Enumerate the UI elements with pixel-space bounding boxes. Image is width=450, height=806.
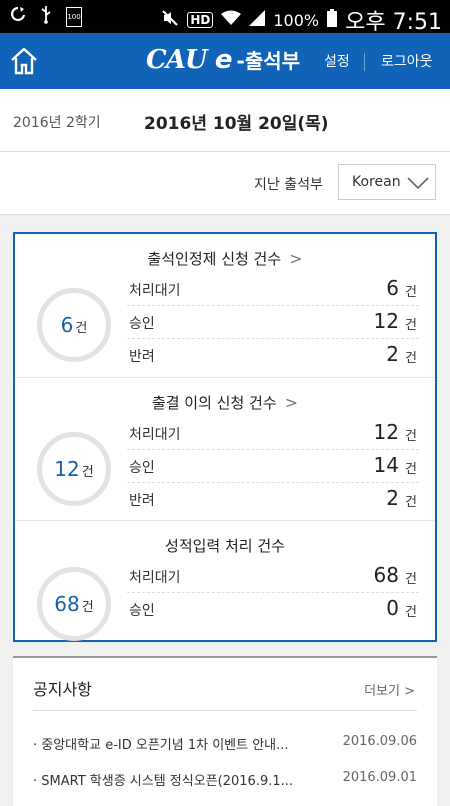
ring-total: 68 xyxy=(54,592,80,616)
stat-value: 2 xyxy=(386,342,399,366)
stat-value: 12 xyxy=(373,309,399,333)
stat-label: 처리대기 xyxy=(129,427,181,443)
clock: 오후 7:51 xyxy=(345,10,442,35)
status-bar: 100 HD 100% 오후 7:51 xyxy=(0,0,450,35)
stat-value: 68 xyxy=(373,563,399,587)
wifi-icon xyxy=(221,10,242,30)
notice-item[interactable]: · 중앙대학교 e-ID 오픈기념 1차 이벤트 안내... 2016.09.0… xyxy=(33,734,417,754)
ring-unit: 건 xyxy=(81,465,94,480)
notice-item-date: 2016.09.01 xyxy=(342,770,417,785)
usb-icon xyxy=(40,6,52,28)
stat-label: 승인 xyxy=(129,316,155,332)
battery-percent: 100% xyxy=(273,10,320,30)
ring-unit: 건 xyxy=(75,321,88,336)
divider xyxy=(364,53,365,71)
notice-panel: 공지사항 더보기 > · 중앙대학교 e-ID 오픈기념 1차 이벤트 안내..… xyxy=(13,656,437,806)
stat-row: 승인 12 건 xyxy=(127,305,419,339)
divider xyxy=(33,710,417,711)
today-date: 2016년 10월 20일(목) xyxy=(144,114,329,134)
notice-item-title: · SMART 학생증 시스템 정식오픈(2016.9.1... xyxy=(33,774,294,789)
notice-item[interactable]: · SMART 학생증 시스템 정식오픈(2016.9.1... 2016.09… xyxy=(33,770,417,790)
stat-unit: 건 xyxy=(405,318,417,333)
summary-panel: 출석인정제 신청 건수 > 6건 처리대기 6 건 승인 12 건 반려 2 건 … xyxy=(13,232,437,642)
logo-cau: CAU xyxy=(146,45,208,75)
more-link[interactable]: 더보기 > xyxy=(364,680,415,699)
home-icon[interactable] xyxy=(8,45,40,77)
past-attendance-bar: 지난 출석부 Korean xyxy=(0,152,450,215)
battery-icon xyxy=(327,9,338,31)
section-title: 출석인정제 신청 건수 xyxy=(147,250,282,268)
section-title: 출결 이의 신청 건수 xyxy=(151,394,277,412)
notice-item-date: 2016.09.06 xyxy=(342,734,417,749)
stat-row: 반려 2 건 xyxy=(127,338,419,371)
stat-label: 반려 xyxy=(129,493,155,509)
chevron-right-icon: > xyxy=(289,249,303,268)
chevron-down-icon xyxy=(407,175,429,190)
chevron-right-icon: > xyxy=(284,393,299,412)
count-ring: 6건 xyxy=(37,288,111,362)
notice-item-title: · 중앙대학교 e-ID 오픈기념 1차 이벤트 안내... xyxy=(33,738,289,753)
stat-label: 반려 xyxy=(129,349,155,365)
count-ring: 68 건 xyxy=(37,567,111,641)
stat-value: 2 xyxy=(386,486,399,510)
section-title: 성적입력 처리 건수 xyxy=(15,535,435,556)
logo-title: -출석부 xyxy=(236,49,301,73)
ring-total: 12 xyxy=(54,457,80,481)
stat-label: 승인 xyxy=(129,460,155,476)
stat-unit: 건 xyxy=(405,572,417,587)
settings-button[interactable]: 설정 xyxy=(324,51,350,71)
stat-unit: 건 xyxy=(405,462,417,477)
stat-row: 처리대기 6 건 xyxy=(127,272,419,306)
stat-value: 0 xyxy=(386,596,399,620)
section-title-text: 성적입력 처리 건수 xyxy=(165,537,285,555)
stat-row: 처리대기 12 건 xyxy=(127,416,419,450)
section-title-link[interactable]: 출결 이의 신청 건수 > xyxy=(15,392,435,413)
section-title-link[interactable]: 출석인정제 신청 건수 > xyxy=(15,248,435,269)
stat-label: 처리대기 xyxy=(129,570,181,586)
stat-row: 반려 2 건 xyxy=(127,482,419,515)
count-ring: 12 건 xyxy=(37,432,111,506)
stat-row: 승인 0 건 xyxy=(127,592,419,625)
stat-unit: 건 xyxy=(405,429,417,444)
past-attendance-label: 지난 출석부 xyxy=(254,177,323,193)
logo-e: e xyxy=(214,45,233,75)
stat-unit: 건 xyxy=(405,285,417,300)
notice-title: 공지사항 xyxy=(33,680,92,699)
logout-button[interactable]: 로그아웃 xyxy=(381,51,433,71)
app-bar: CAU e -출석부 설정 로그아웃 xyxy=(0,33,450,89)
mute-icon xyxy=(161,9,179,31)
language-select[interactable]: Korean xyxy=(338,164,436,200)
sync-icon xyxy=(10,6,26,28)
battery-small-icon: 100 xyxy=(66,7,82,27)
hd-badge: HD xyxy=(187,12,214,28)
stat-label: 승인 xyxy=(129,603,155,619)
app-logo: CAU e -출석부 xyxy=(146,45,300,75)
stat-value: 6 xyxy=(386,276,399,300)
signal-icon xyxy=(249,10,266,30)
section-attendance-recognition: 출석인정제 신청 건수 > 6건 처리대기 6 건 승인 12 건 반려 2 건 xyxy=(15,234,435,377)
section-grade-input: 성적입력 처리 건수 68 건 처리대기 68 건 승인 0 건 xyxy=(15,520,435,641)
stat-row: 승인 14 건 xyxy=(127,449,419,483)
section-attendance-objection: 출결 이의 신청 건수 > 12 건 처리대기 12 건 승인 14 건 반려 2 … xyxy=(15,377,435,521)
ring-unit: 건 xyxy=(81,600,94,615)
stat-unit: 건 xyxy=(405,351,417,366)
stat-value: 12 xyxy=(373,420,399,444)
stat-unit: 건 xyxy=(405,495,417,510)
semester-label: 2016년 2학기 xyxy=(13,115,101,131)
stat-value: 14 xyxy=(373,453,399,477)
ring-total: 6 xyxy=(60,313,74,337)
stat-label: 처리대기 xyxy=(129,283,181,299)
language-value: Korean xyxy=(352,174,401,190)
stat-row: 처리대기 68 건 xyxy=(127,559,419,593)
date-bar: 2016년 2학기 2016년 10월 20일(목) xyxy=(0,89,450,152)
stat-unit: 건 xyxy=(405,605,417,620)
